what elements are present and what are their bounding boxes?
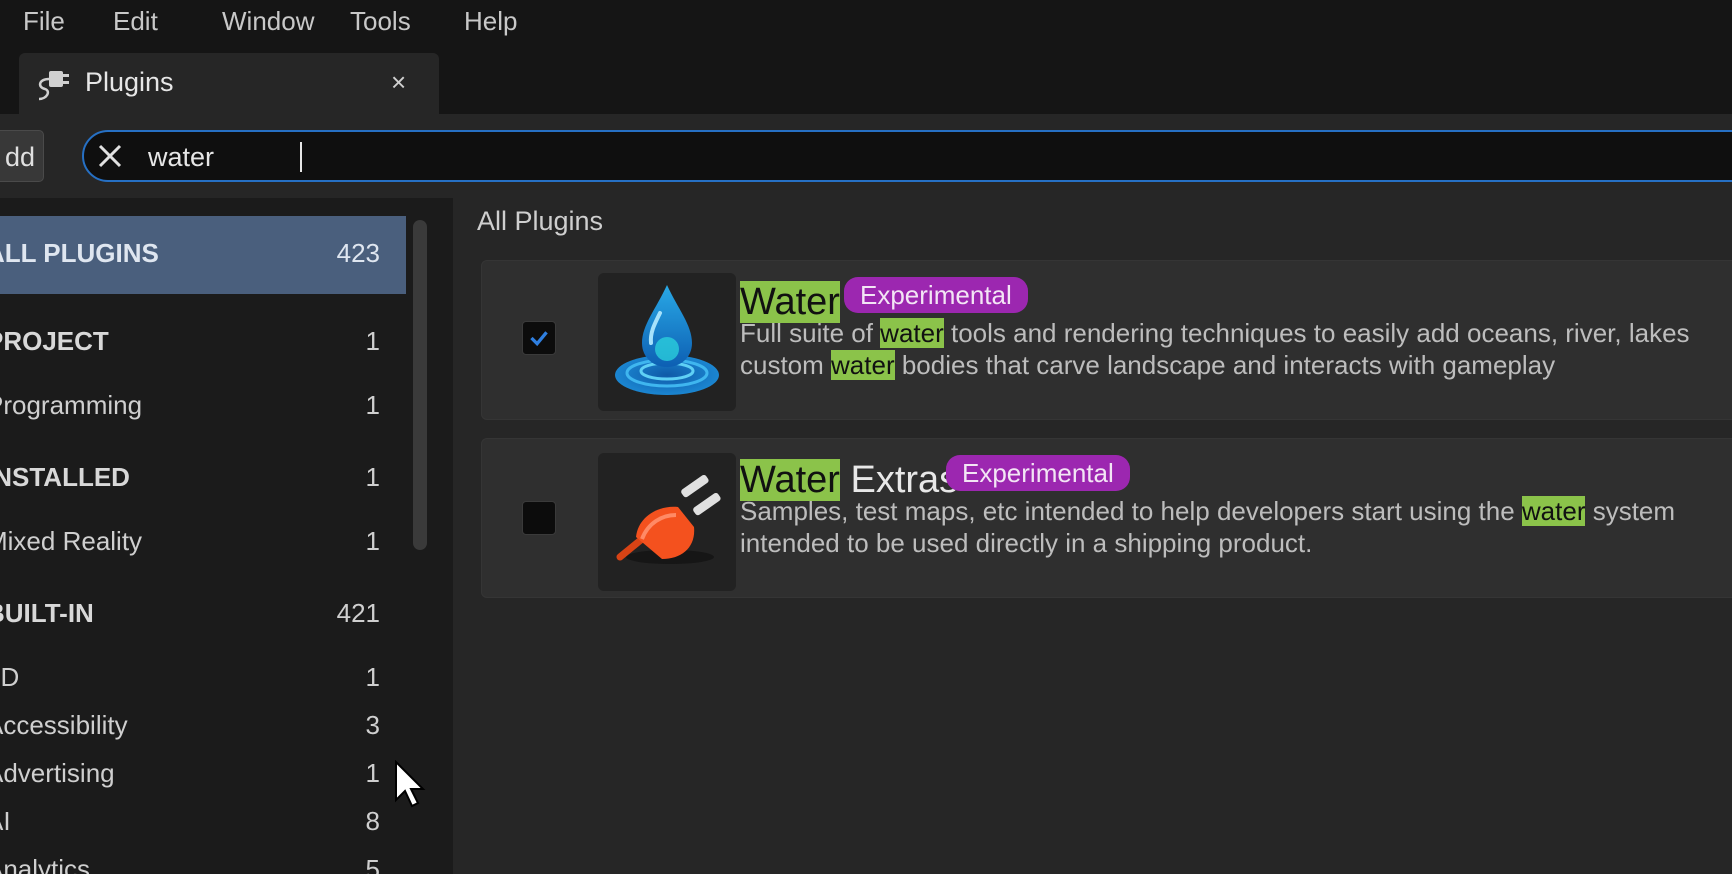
water-drop-icon <box>598 273 736 411</box>
category-label: INSTALLED <box>0 462 130 492</box>
menu-bar: File Edit Window Tools Help <box>0 0 1732 46</box>
category-label: Accessibility <box>0 710 128 740</box>
category-count: 1 <box>365 326 380 356</box>
plugin-description-line2: custom water bodies that carve landscape… <box>740 350 1556 380</box>
category-count: 1 <box>365 758 380 788</box>
experimental-badge: Experimental <box>844 277 1028 313</box>
section-title: All Plugins <box>477 206 604 236</box>
plugin-description-line1: Samples, test maps, etc intended to help… <box>740 496 1676 526</box>
category-count: 423 <box>336 238 380 268</box>
category-all-plugins[interactable]: ALL PLUGINS 423 <box>0 216 406 294</box>
scrollbar-thumb[interactable] <box>413 220 427 550</box>
category-label: Analytics <box>0 854 91 874</box>
tab-plugins[interactable]: Plugins × <box>19 53 439 115</box>
category-sidebar: ALL PLUGINS 423 PROJECT 1 Programming 1 … <box>0 198 453 874</box>
category-built-in[interactable]: BUILT-IN 421 <box>0 592 406 636</box>
category-2d[interactable]: 2D 1 <box>0 656 406 700</box>
sidebar-scrollbar[interactable] <box>413 220 427 550</box>
category-label: PROJECT <box>0 326 109 356</box>
category-advertising[interactable]: Advertising 1 <box>0 752 406 796</box>
menu-window[interactable]: Window <box>222 6 314 37</box>
category-label: Mixed Reality <box>0 526 143 556</box>
tab-strip: Plugins × <box>0 46 1732 115</box>
menu-help[interactable]: Help <box>464 6 517 37</box>
category-mixed-reality[interactable]: Mixed Reality 1 <box>0 520 406 564</box>
category-count: 1 <box>365 526 380 556</box>
plug-icon <box>598 453 736 591</box>
menu-edit[interactable]: Edit <box>113 6 158 37</box>
category-project[interactable]: PROJECT 1 <box>0 320 406 364</box>
category-count: 3 <box>365 710 380 740</box>
category-programming[interactable]: Programming 1 <box>0 384 406 428</box>
plugin-description-line2: intended to be used directly in a shippi… <box>740 528 1313 558</box>
menu-file[interactable]: File <box>23 6 65 37</box>
close-icon[interactable]: × <box>391 67 406 98</box>
plugin-enable-checkbox[interactable] <box>522 321 556 355</box>
category-ai[interactable]: AI 8 <box>0 800 406 844</box>
plugin-card-water[interactable]: Water Experimental Full suite of water t… <box>481 260 1732 420</box>
experimental-badge: Experimental <box>946 455 1130 491</box>
plugin-enable-checkbox[interactable] <box>522 501 556 535</box>
plugin-card-water-extras[interactable]: Water Extras Experimental Samples, test … <box>481 438 1732 598</box>
category-count: 1 <box>365 662 380 692</box>
category-label: AI <box>0 806 11 836</box>
category-count: 421 <box>336 598 380 628</box>
category-count: 1 <box>365 390 380 420</box>
mouse-cursor-icon <box>395 760 426 808</box>
category-label: BUILT-IN <box>0 598 94 628</box>
search-box[interactable] <box>82 130 1732 182</box>
plug-icon <box>38 71 69 101</box>
add-button[interactable]: dd <box>0 130 44 182</box>
category-count: 1 <box>365 462 380 492</box>
toolbar: dd <box>0 114 1732 198</box>
category-count: 8 <box>365 806 380 836</box>
category-label: ALL PLUGINS <box>0 238 159 268</box>
checkmark-icon <box>530 331 548 347</box>
text-caret <box>300 142 302 172</box>
category-analytics[interactable]: Analytics 5 <box>0 848 406 874</box>
category-accessibility[interactable]: Accessibility 3 <box>0 704 406 748</box>
plugin-description-line1: Full suite of water tools and rendering … <box>740 318 1690 348</box>
category-label: Advertising <box>0 758 115 788</box>
tab-title: Plugins <box>85 67 174 97</box>
search-input[interactable] <box>146 138 1650 176</box>
category-installed[interactable]: INSTALLED 1 <box>0 456 406 500</box>
category-count: 5 <box>365 854 380 874</box>
plugin-list-panel: All Plugins Water Experimental Full suit… <box>453 198 1732 874</box>
clear-search-icon[interactable] <box>94 140 126 172</box>
menu-tools[interactable]: Tools <box>350 6 411 37</box>
category-label: 2D <box>0 662 20 692</box>
category-label: Programming <box>0 390 143 420</box>
